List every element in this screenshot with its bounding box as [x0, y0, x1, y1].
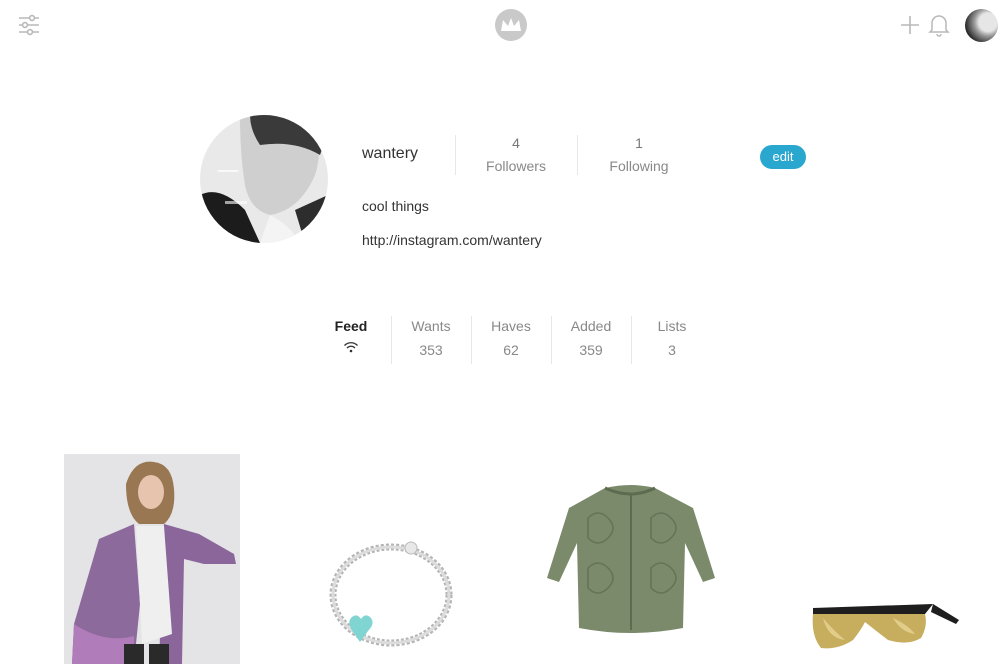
profile-page: wantery 4 Followers 1 Following edit coo…: [0, 0, 1007, 664]
bell-icon[interactable]: [928, 13, 950, 37]
website-link[interactable]: http://instagram.com/wantery: [362, 232, 542, 248]
feed-item-purple-raincoat[interactable]: [64, 454, 240, 664]
tab-count: 3: [668, 342, 676, 358]
followers-label: Followers: [486, 158, 546, 174]
tab-lists[interactable]: Lists 3: [632, 318, 712, 358]
profile-avatar: [200, 115, 328, 243]
tab-feed[interactable]: Feed: [311, 318, 391, 354]
feed-item-heart-tag-bracelet[interactable]: [308, 520, 480, 664]
tab-label: Feed: [334, 318, 368, 334]
tab-added[interactable]: Added 359: [551, 318, 631, 358]
edit-profile-button[interactable]: edit: [760, 145, 806, 169]
feed-item-quilted-green-jacket[interactable]: [543, 478, 719, 664]
tab-count: 62: [503, 342, 519, 358]
top-bar: [0, 0, 1007, 50]
tab-label: Haves: [491, 318, 531, 334]
bio-text: cool things: [362, 198, 429, 214]
plus-icon[interactable]: [898, 13, 922, 37]
following-label: Following: [609, 158, 669, 174]
following-stat[interactable]: 1 Following: [598, 134, 680, 175]
tab-count: 359: [579, 342, 603, 358]
tab-label: Wants: [411, 318, 451, 334]
tab-count: 353: [419, 342, 443, 358]
following-count: 1: [635, 135, 643, 151]
username: wantery: [362, 145, 419, 162]
tab-label: Added: [570, 318, 612, 334]
filter-sliders-icon[interactable]: [16, 12, 42, 38]
tab-wants[interactable]: Wants 353: [391, 318, 471, 358]
tab-haves[interactable]: Haves 62: [471, 318, 551, 358]
followers-count: 4: [512, 135, 520, 151]
feed-item-gold-mirrored-sunglasses[interactable]: [783, 600, 961, 664]
wifi-icon: [311, 340, 391, 354]
divider: [577, 135, 578, 175]
tab-label: Lists: [657, 318, 687, 334]
divider: [455, 135, 456, 175]
crown-logo-icon[interactable]: [494, 8, 528, 42]
user-avatar[interactable]: [965, 9, 998, 42]
followers-stat[interactable]: 4 Followers: [475, 134, 557, 175]
